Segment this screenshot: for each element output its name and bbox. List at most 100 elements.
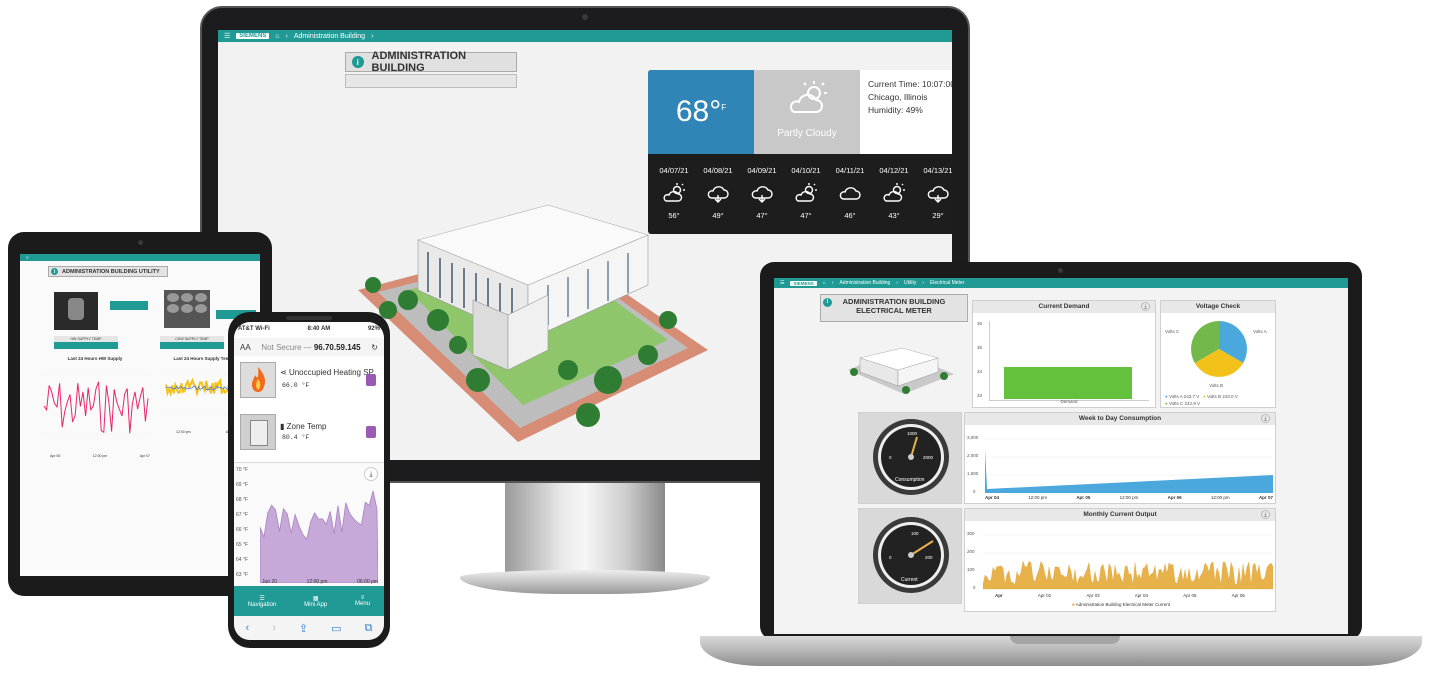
- pie-label: Volts C: [1165, 329, 1180, 334]
- clock: 8:40 AM: [307, 326, 331, 332]
- nav-navigation[interactable]: ☰ Navigation: [248, 595, 276, 608]
- forecast-date: 04/13/21: [923, 166, 952, 175]
- back-icon[interactable]: ‹: [246, 622, 250, 634]
- tablet-camera: [138, 240, 143, 245]
- zone-temp-chart: 70 °F 69 °F 68 °F 67 °F 66 °F 65 °F 64 °F 63 °F…: [234, 462, 384, 586]
- phone-screen: AT&T Wi-Fi 8:40 AM 92% AA Not Secure — 9…: [234, 322, 384, 640]
- subtitle-bar: [345, 74, 517, 88]
- reload-icon[interactable]: ↻: [371, 343, 378, 352]
- breadcrumb-item[interactable]: Electrical Meter: [930, 280, 964, 286]
- y-tick: 67 °F: [236, 512, 249, 518]
- tabs-icon[interactable]: ⧉: [365, 622, 373, 635]
- nav-mini-app[interactable]: ▦ Mini App: [304, 595, 327, 608]
- rain-cloud-icon: [740, 183, 784, 205]
- download-icon[interactable]: ⤓: [1261, 510, 1270, 519]
- boiler-status[interactable]: [110, 301, 148, 310]
- hw-x-axis: Apr 06 12:00 pm Apr 07: [50, 454, 150, 458]
- laptop-screen: ☰ SIEMENS ⌂ › Administration Building › Ut…: [774, 278, 1348, 634]
- nav-menu[interactable]: ≡ Menu: [355, 595, 370, 607]
- bookmarks-icon[interactable]: ▭: [331, 622, 341, 635]
- current-temp: 68° F: [648, 70, 754, 154]
- point-name[interactable]: ▮ Zone Temp: [280, 422, 327, 431]
- voltage-pie: [1191, 321, 1247, 377]
- x-axis: Jun 20 12:00 pm 06:00 pm: [262, 579, 378, 585]
- text-size-button[interactable]: AA: [240, 343, 251, 352]
- tablet-title: i ADMINISTRATION BUILDING UTILITY: [48, 266, 168, 277]
- condition-label: Partly Cloudy: [777, 128, 837, 139]
- page-title-text: ADMINISTRATION BUILDING: [371, 50, 467, 74]
- voltage-check-panel: Voltage Check Volts C Volts A Volts B ● …: [1160, 300, 1276, 408]
- list-icon: ☰: [259, 595, 265, 602]
- supply-x-axis: 12:00 pmApr 07: [176, 430, 236, 434]
- download-icon[interactable]: ⤓: [1141, 302, 1150, 311]
- monitor-stand: [505, 483, 665, 573]
- breadcrumb[interactable]: Administration Building: [294, 33, 365, 40]
- edit-button[interactable]: [366, 374, 376, 386]
- menu-icon[interactable]: ☰: [224, 32, 230, 40]
- info-icon[interactable]: i: [352, 56, 364, 68]
- forecast-temp: 47°: [756, 211, 768, 220]
- laptop-notch: [1010, 636, 1120, 644]
- forecast-date: 04/10/21: [791, 166, 821, 175]
- point-value: 66.0 °F: [282, 382, 310, 389]
- address-bar[interactable]: AA Not Secure — 96.70.59.145 ↻: [234, 338, 384, 356]
- menu-icon[interactable]: ☰: [26, 256, 29, 260]
- point-value: 80.4 °F: [282, 434, 310, 441]
- gauge-tick: 0: [889, 455, 892, 460]
- forecast-date: 04/07/21: [659, 166, 689, 175]
- phone-speaker: [286, 316, 332, 320]
- gauge-tick: 1000: [907, 431, 918, 436]
- breadcrumb-item[interactable]: Utility: [904, 280, 916, 286]
- forecast-date: 04/08/21: [703, 166, 733, 175]
- y-tick: 70 °F: [236, 467, 249, 473]
- y-axis: 36 35 34 33: [977, 321, 983, 398]
- monthly-current-panel: Monthly Current Output ⤓ 300 200 100 0 A…: [964, 508, 1276, 612]
- demand-plot: [989, 321, 1149, 401]
- y-axis: 300 200 100 0: [967, 531, 976, 590]
- menu-icon[interactable]: ☰: [780, 280, 784, 286]
- hw-supply-chart: [42, 373, 150, 435]
- pie-legend: ● Volts A 243.7 V ● Volts B 243.0 V ● Vo…: [1165, 394, 1238, 406]
- current-gauge-panel: Current 0 100 200: [858, 508, 962, 604]
- share-icon[interactable]: ⇪: [299, 622, 308, 635]
- humidity: Humidity: 49%: [868, 105, 923, 115]
- breadcrumb-item[interactable]: Administration Building: [839, 280, 890, 286]
- rain-cloud-icon: [916, 183, 952, 205]
- current-condition: Partly Cloudy: [754, 70, 860, 154]
- home-icon[interactable]: ⌂: [823, 280, 826, 286]
- forecast-temp: 47°: [800, 211, 812, 220]
- panel-title: Voltage Check: [1161, 301, 1275, 313]
- pie-label: Volts B: [1209, 383, 1224, 388]
- forecast-day: 04/11/21 46°: [828, 154, 872, 234]
- top-bar: ☰: [20, 254, 260, 261]
- hw-chart-title: Last 24 Hours HW Supply: [67, 356, 123, 361]
- forward-icon[interactable]: ›: [272, 622, 276, 634]
- week-consumption-panel: Week to Day Consumption ⤓ 3,000 2,000 1,…: [964, 412, 1276, 504]
- partly-cloudy-icon: [789, 81, 827, 113]
- pie-label: Volts A: [1253, 329, 1267, 334]
- brand-logo: SIEMENS: [236, 33, 270, 39]
- demand-bar: [1004, 367, 1132, 399]
- point-name[interactable]: ⋖ Unoccupied Heating SP: [280, 368, 374, 377]
- battery: 92%: [367, 326, 380, 332]
- rain-cloud-icon: [696, 183, 740, 205]
- info-icon[interactable]: i: [51, 268, 58, 275]
- location: Chicago, Illinois: [868, 92, 928, 102]
- forecast-temp: 29°: [932, 211, 944, 220]
- gauge-tick: 200: [925, 555, 933, 560]
- y-tick: 64 °F: [236, 557, 249, 563]
- monthly-plot: [983, 534, 1273, 590]
- trend-button[interactable]: [366, 426, 376, 438]
- laptop-device: ☰ SIEMENS ⌂ › Administration Building › Ut…: [760, 262, 1362, 640]
- panel-title: Monthly Current Output: [965, 509, 1275, 521]
- status-bar: AT&T Wi-Fi 8:40 AM 92%: [238, 326, 380, 332]
- y-axis: 70 °F 69 °F 68 °F 67 °F 66 °F 65 °F 64 °F 63 °F: [236, 467, 260, 583]
- download-icon[interactable]: ⤓: [364, 467, 378, 481]
- forecast-date: 04/09/21: [747, 166, 777, 175]
- info-icon[interactable]: i: [823, 298, 832, 307]
- forecast-date: 04/12/21: [879, 166, 909, 175]
- forecast-temp: 49°: [712, 211, 724, 220]
- home-icon[interactable]: ⌂: [275, 33, 279, 40]
- url-field[interactable]: Not Secure — 96.70.59.145: [257, 343, 366, 352]
- download-icon[interactable]: ⤓: [1261, 414, 1270, 423]
